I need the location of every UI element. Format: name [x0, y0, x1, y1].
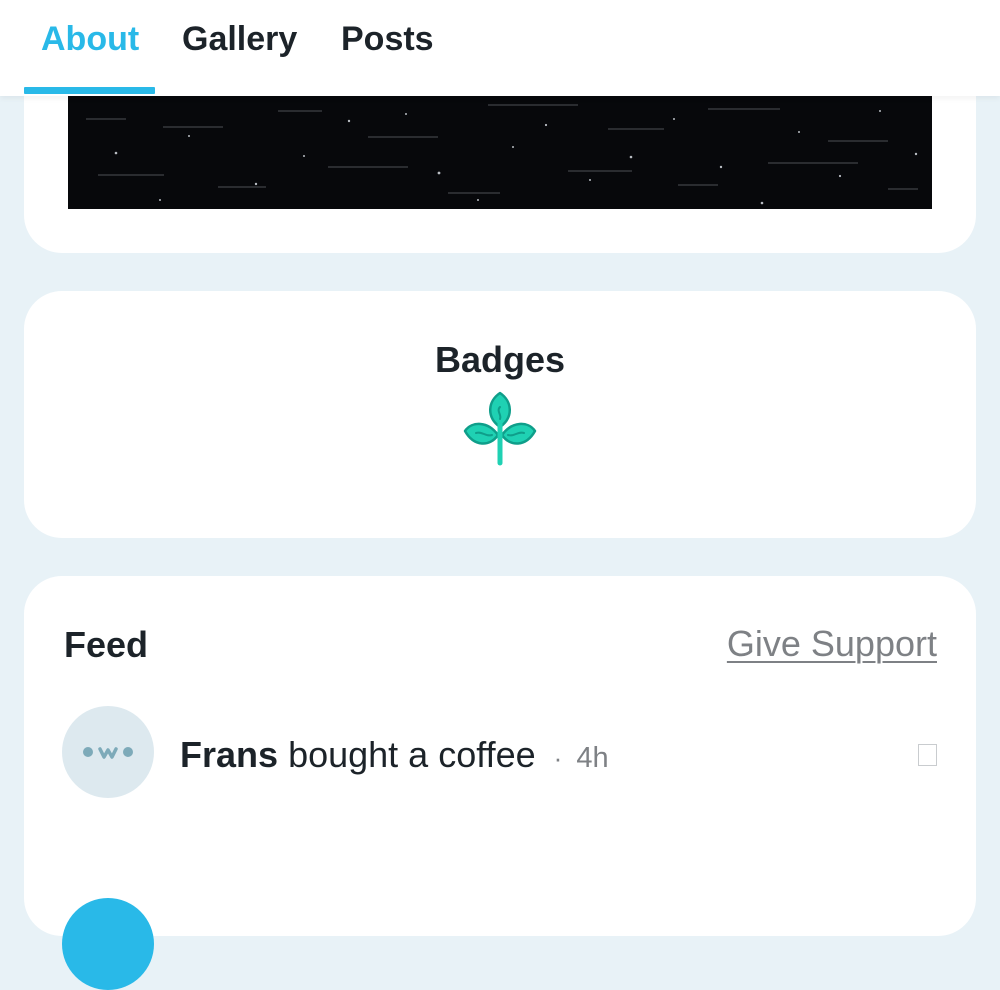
badges-title: Badges — [434, 339, 566, 380]
feed-item-action: bought a coffee — [288, 734, 536, 775]
active-tab-indicator — [24, 87, 155, 94]
feed-item-text: Frans bought a coffee · 4h — [180, 734, 609, 776]
owo-face-icon — [83, 747, 133, 759]
feed-item-separator: · — [553, 743, 563, 773]
tab-posts[interactable]: Posts — [341, 16, 434, 62]
avatar[interactable] — [62, 898, 154, 990]
feed-item-time: 4h — [576, 742, 609, 774]
tab-bar: About Gallery Posts — [0, 0, 1000, 96]
give-support-link[interactable]: Give Support — [727, 623, 937, 665]
starfield-image — [68, 96, 932, 209]
feed-item-checkbox[interactable] — [918, 744, 937, 766]
feed-item: Frans bought a coffee · 4h — [62, 706, 942, 800]
plant-sprout-icon[interactable] — [462, 387, 538, 467]
feed-card: Feed Give Support Frans bought a coffee … — [24, 576, 976, 990]
feed-title: Feed — [64, 624, 149, 665]
avatar[interactable] — [62, 706, 154, 798]
tab-about[interactable]: About — [41, 16, 139, 62]
tab-gallery[interactable]: Gallery — [182, 16, 297, 62]
header-image — [68, 96, 932, 209]
badges-card: Badges — [24, 291, 976, 538]
feed-item-name[interactable]: Frans — [180, 734, 278, 775]
